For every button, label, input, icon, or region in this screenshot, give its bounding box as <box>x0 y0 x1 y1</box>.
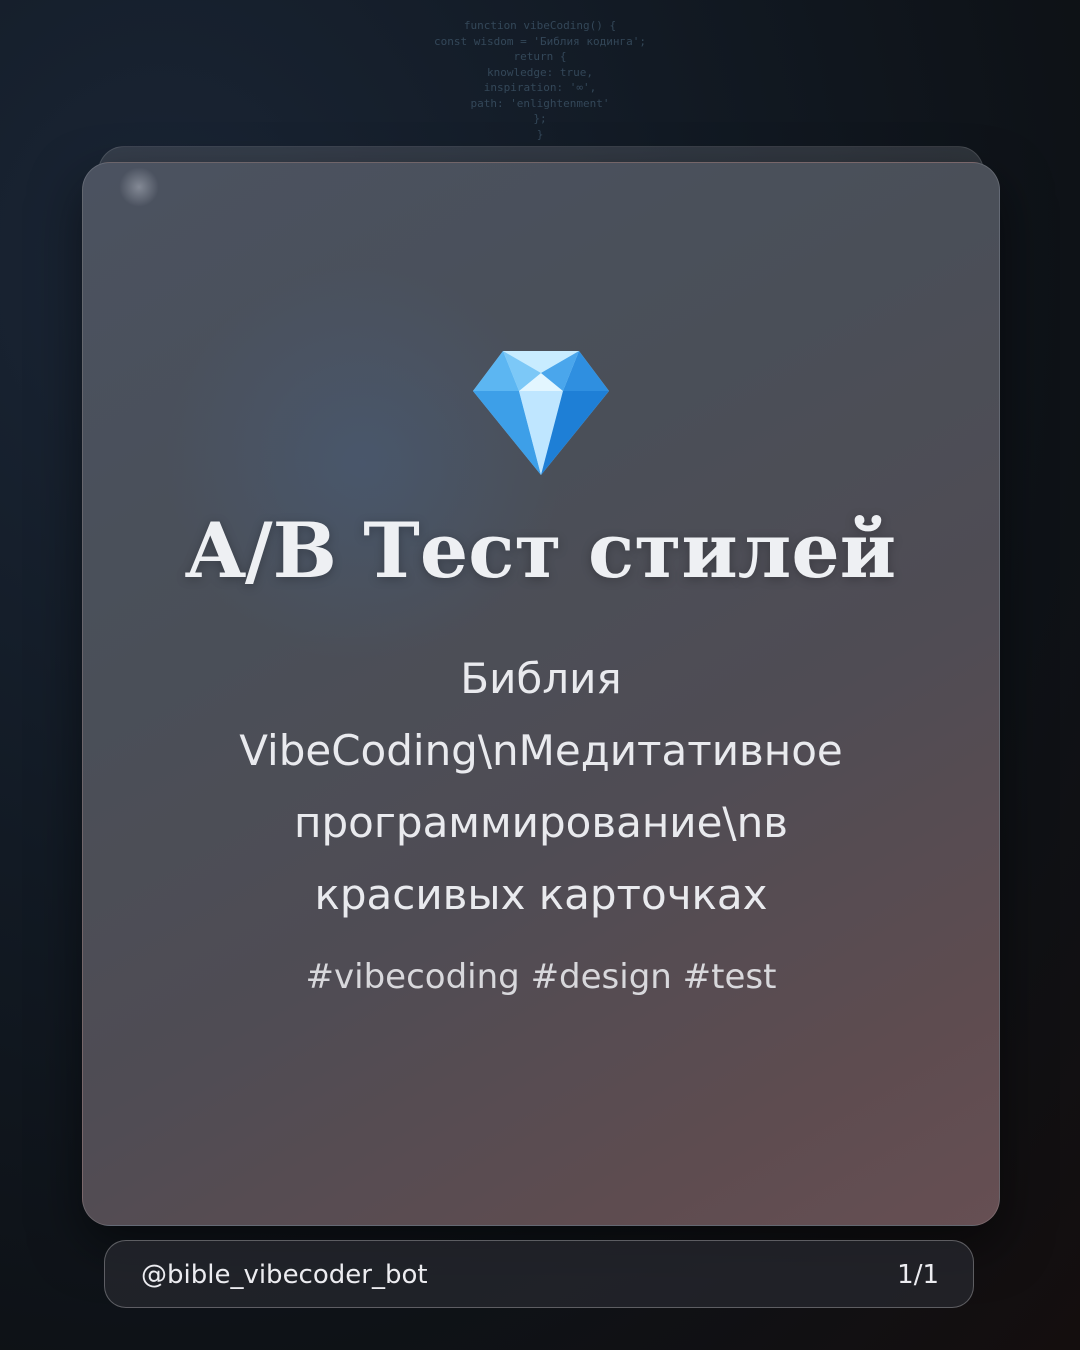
code-line: inspiration: '∞', <box>483 81 597 94</box>
code-line: path: 'enlightenment' <box>470 96 610 110</box>
card-title: A/B Тест стилей <box>185 506 897 595</box>
code-line: } <box>536 127 544 141</box>
code-line: return { <box>513 50 567 63</box>
background-code: function vibeCoding() { const wisdom = 'Б… <box>0 18 1080 142</box>
page-indicator: 1/1 <box>897 1260 939 1290</box>
code-line: knowledge: true, <box>487 65 593 79</box>
code-line: function vibeCoding() { <box>463 19 617 32</box>
code-line: const wisdom = 'Библия кодинга'; <box>434 34 646 48</box>
gem-icon <box>473 351 609 475</box>
footer-bar: @bible_vibecoder_bot 1/1 <box>104 1240 974 1308</box>
glow-blob <box>119 167 159 207</box>
code-line: }; <box>533 112 547 125</box>
main-card: A/B Тест стилей Библия VibeCoding\nМедит… <box>82 162 1000 1226</box>
bot-handle[interactable]: @bible_vibecoder_bot <box>141 1241 428 1309</box>
card-subtitle: Библия VibeCoding\nМедитативное программ… <box>239 654 843 919</box>
card-hashtags: #vibecoding #design #test <box>305 957 777 997</box>
